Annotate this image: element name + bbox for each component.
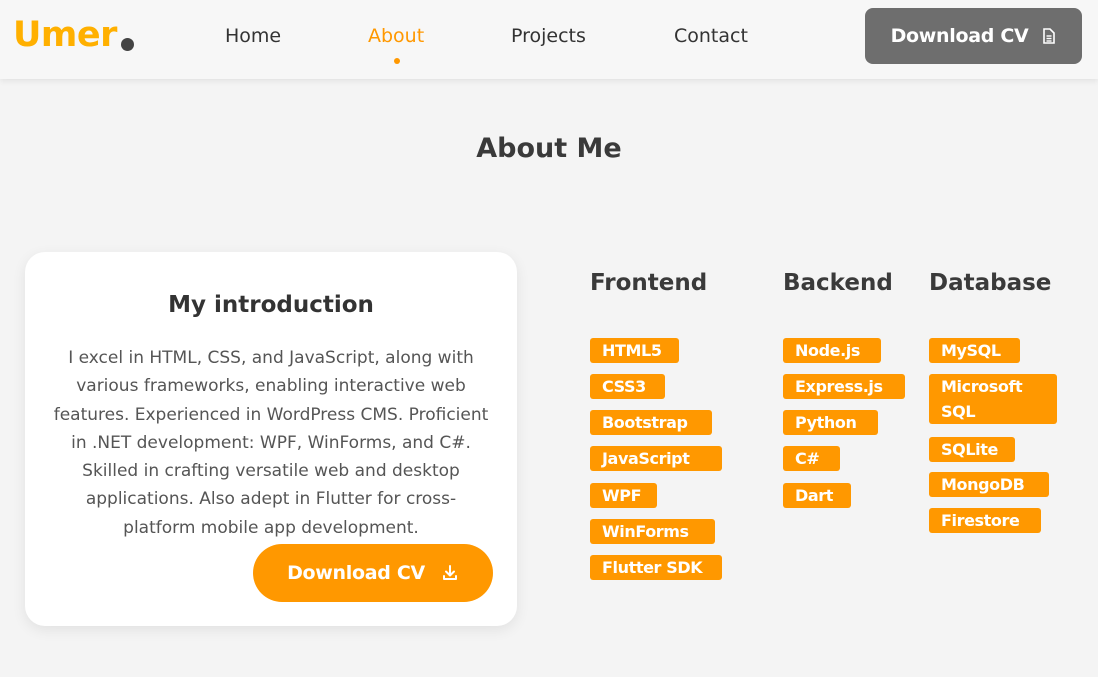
download-icon (441, 564, 459, 582)
frontend-skills: Frontend HTML5 CSS3 Bootstrap JavaScript… (590, 268, 722, 580)
nav-home-link[interactable]: Home (225, 24, 281, 48)
database-skills: Database MySQL Microsoft SQL SQLite Mong… (929, 268, 1057, 533)
backend-skills: Backend Node.js Express.js Python C# Dar… (783, 268, 905, 508)
database-title: Database (929, 270, 1052, 296)
skill-chip: Python (783, 410, 878, 435)
skill-chip: JavaScript (590, 446, 722, 471)
active-indicator (394, 58, 400, 64)
backend-title: Backend (783, 270, 893, 296)
skill-chip: Flutter SDK (590, 555, 722, 580)
logo[interactable]: Umer (13, 14, 117, 56)
intro-title: My introduction (168, 292, 374, 318)
download-cv-label: Download CV (287, 562, 425, 584)
nav-about-link[interactable]: About (368, 24, 424, 48)
navbar: Umer Home About Projects Contact Downloa… (0, 0, 1098, 79)
skill-chip: Express.js (783, 374, 905, 399)
frontend-title: Frontend (590, 270, 708, 296)
skill-chip: SQLite (929, 437, 1015, 462)
skill-chip: HTML5 (590, 338, 679, 363)
logo-dot (121, 38, 134, 51)
intro-card: My introduction I excel in HTML, CSS, an… (25, 252, 517, 626)
skill-chip: CSS3 (590, 374, 665, 399)
download-cv-nav-label: Download CV (890, 25, 1029, 47)
intro-text: I excel in HTML, CSS, and JavaScript, al… (53, 348, 489, 538)
page-title: About Me (476, 133, 622, 165)
document-icon (1042, 28, 1056, 44)
skill-chip: WPF (590, 483, 657, 508)
skill-chip: Firestore (929, 508, 1041, 533)
skill-chip: Node.js (783, 338, 881, 363)
download-cv-nav-button[interactable]: Download CV (865, 8, 1082, 64)
skill-chip: MySQL (929, 338, 1020, 363)
download-cv-button[interactable]: Download CV (253, 544, 493, 602)
nav-contact-link[interactable]: Contact (674, 24, 748, 48)
skill-chip: MongoDB (929, 472, 1049, 497)
skill-chip: WinForms (590, 519, 715, 544)
skill-chip: Dart (783, 483, 851, 508)
nav-projects-link[interactable]: Projects (511, 24, 586, 48)
skill-chip: Microsoft SQL (929, 374, 1057, 424)
skill-chip: Bootstrap (590, 410, 712, 435)
skill-chip: C# (783, 446, 840, 471)
